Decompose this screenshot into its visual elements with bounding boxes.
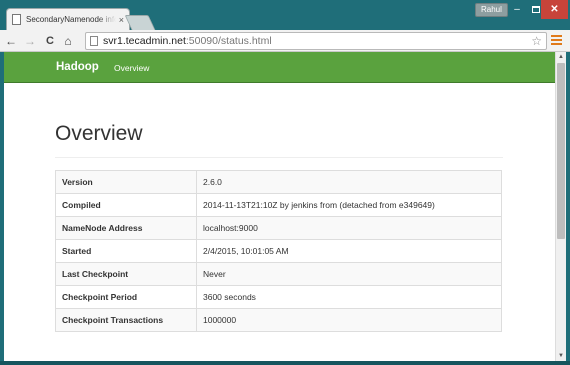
row-key: Version <box>55 170 197 194</box>
title-bar: SecondaryNamenode info × Rahul – ✕ <box>0 0 570 30</box>
nav-link-overview[interactable]: Overview <box>114 63 149 73</box>
tab-close-icon[interactable]: × <box>119 15 124 25</box>
maximize-icon <box>532 6 540 13</box>
vertical-scrollbar[interactable]: ▲ ▼ <box>555 52 566 361</box>
row-key: Last Checkpoint <box>55 262 197 286</box>
table-row: Compiled 2014-11-13T21:10Z by jenkins fro… <box>55 193 502 217</box>
overview-table: Version 2.6.0 Compiled 2014-11-13T21:10Z b… <box>55 170 502 332</box>
reload-button[interactable]: C <box>42 35 58 47</box>
row-key: Compiled <box>55 193 197 217</box>
scroll-up-icon[interactable]: ▲ <box>556 52 566 62</box>
table-row: NameNode Address localhost:9000 <box>55 216 502 240</box>
title-divider <box>55 157 503 158</box>
home-button[interactable]: ⌂ <box>60 34 76 48</box>
url-path: :50090/status.html <box>185 35 272 47</box>
hadoop-navbar: Hadoop Overview <box>4 52 555 83</box>
scroll-down-icon[interactable]: ▼ <box>556 351 566 361</box>
row-key: Checkpoint Transactions <box>55 308 197 332</box>
address-bar[interactable]: svr1.tecadmin.net:50090/status.html ☆ <box>85 32 547 50</box>
url-host: svr1.tecadmin.net <box>103 35 186 47</box>
row-value: 2.6.0 <box>196 170 502 194</box>
table-row: Started 2/4/2015, 10:01:05 AM <box>55 239 502 263</box>
browser-menu-icon[interactable] <box>551 35 562 47</box>
back-button[interactable]: ← <box>3 34 19 48</box>
table-row: Version 2.6.0 <box>55 170 502 194</box>
row-key: Started <box>55 239 197 263</box>
bookmark-star-icon[interactable]: ☆ <box>531 34 542 48</box>
url-text: svr1.tecadmin.net:50090/status.html <box>103 35 272 47</box>
brand-link[interactable]: Hadoop <box>56 61 99 73</box>
taskbar-edge <box>0 361 570 365</box>
row-value: 1000000 <box>196 308 502 332</box>
page-title: Overview <box>55 122 143 145</box>
browser-tab[interactable]: SecondaryNamenode info × <box>6 8 130 30</box>
browser-toolbar: ← → C ⌂ svr1.tecadmin.net:50090/status.h… <box>0 30 570 52</box>
table-row: Checkpoint Transactions 1000000 <box>55 308 502 332</box>
scrollbar-thumb[interactable] <box>557 63 565 239</box>
page-viewport: Hadoop Overview Overview Version 2.6.0 Co… <box>4 52 555 361</box>
row-value: 2/4/2015, 10:01:05 AM <box>196 239 502 263</box>
forward-button[interactable]: → <box>22 34 38 48</box>
minimize-button[interactable]: – <box>508 0 526 19</box>
close-window-button[interactable]: ✕ <box>541 0 568 19</box>
row-value: localhost:9000 <box>196 216 502 240</box>
tab-title: SecondaryNamenode info <box>26 15 116 24</box>
profile-button[interactable]: Rahul <box>475 3 508 17</box>
table-row: Checkpoint Period 3600 seconds <box>55 285 502 309</box>
row-key: Checkpoint Period <box>55 285 197 309</box>
row-value: 2014-11-13T21:10Z by jenkins from (detac… <box>196 193 502 217</box>
row-value: Never <box>196 262 502 286</box>
page-icon <box>12 14 21 25</box>
row-key: NameNode Address <box>55 216 197 240</box>
table-row: Last Checkpoint Never <box>55 262 502 286</box>
row-value: 3600 seconds <box>196 285 502 309</box>
page-info-icon[interactable] <box>90 36 98 46</box>
